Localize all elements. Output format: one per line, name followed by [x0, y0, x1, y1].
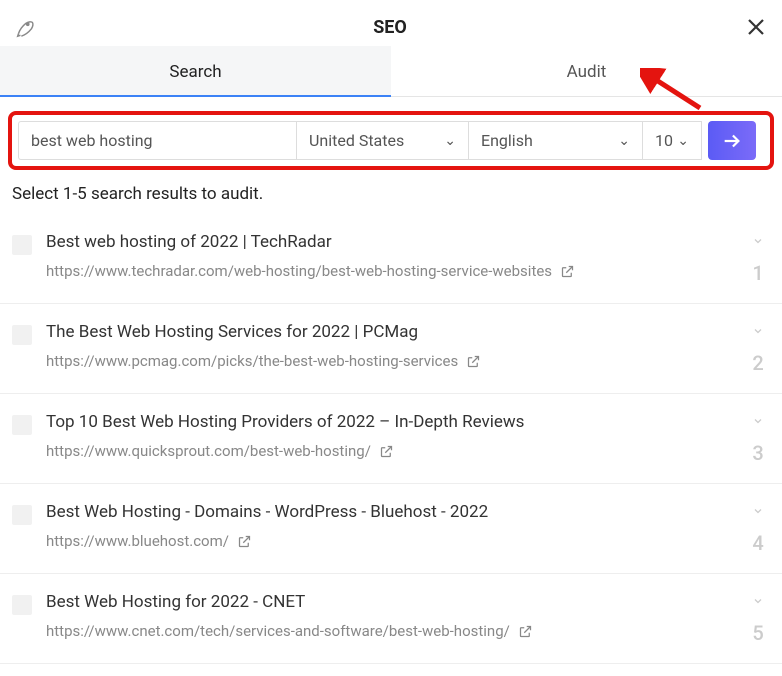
result-row: The Best Web Hosting Services for 2022 |…	[0, 304, 782, 394]
result-title: Best Web Hosting for 2022 - CNET	[46, 592, 732, 612]
result-title: The Best Web Hosting Services for 2022 |…	[46, 322, 732, 342]
rocket-icon	[14, 16, 36, 38]
result-row: Best Web Hosting for 2022 - CNET https:/…	[0, 574, 782, 664]
country-value: United States	[309, 131, 404, 150]
chevron-down-icon[interactable]	[750, 412, 766, 431]
external-link-icon[interactable]	[518, 624, 533, 639]
search-submit-button[interactable]	[708, 121, 756, 160]
chevron-down-icon[interactable]	[750, 232, 766, 251]
result-row: Best web hosting of 2022 | TechRadar htt…	[0, 214, 782, 304]
search-query-input[interactable]: best web hosting	[18, 121, 296, 160]
search-controls: best web hosting United States ⌄ English…	[8, 111, 774, 170]
result-title: Best Web Hosting - Domains - WordPress -…	[46, 502, 732, 522]
result-url: https://www.cnet.com/tech/services-and-s…	[46, 622, 510, 640]
result-checkbox[interactable]	[12, 235, 32, 255]
instruction-text: Select 1-5 search results to audit.	[0, 178, 782, 214]
results-count-select[interactable]: 10 ⌄	[642, 121, 702, 160]
tab-search[interactable]: Search	[0, 46, 391, 96]
result-rank: 3	[752, 441, 763, 465]
result-checkbox[interactable]	[12, 415, 32, 435]
external-link-icon[interactable]	[560, 264, 575, 279]
chevron-down-icon[interactable]	[750, 322, 766, 341]
external-link-icon[interactable]	[237, 534, 252, 549]
result-checkbox[interactable]	[12, 595, 32, 615]
result-rank: 2	[752, 351, 763, 375]
search-query-value: best web hosting	[31, 131, 153, 150]
result-rank: 4	[752, 531, 763, 555]
country-select[interactable]: United States ⌄	[296, 121, 468, 160]
result-checkbox[interactable]	[12, 505, 32, 525]
language-select[interactable]: English ⌄	[468, 121, 642, 160]
result-url: https://www.bluehost.com/	[46, 532, 229, 550]
result-url: https://www.techradar.com/web-hosting/be…	[46, 262, 552, 280]
result-row: Best Web Hosting - Domains - WordPress -…	[0, 484, 782, 574]
external-link-icon[interactable]	[379, 444, 394, 459]
chevron-down-icon: ⌄	[444, 133, 456, 149]
result-checkbox[interactable]	[12, 325, 32, 345]
language-value: English	[481, 131, 533, 150]
count-value: 10	[655, 131, 673, 150]
external-link-icon[interactable]	[466, 354, 481, 369]
result-row: Top 10 Best Web Hosting Providers of 202…	[0, 394, 782, 484]
result-title: Top 10 Best Web Hosting Providers of 202…	[46, 412, 732, 432]
result-title: Best web hosting of 2022 | TechRadar	[46, 232, 732, 252]
close-icon[interactable]	[744, 15, 768, 39]
result-rank: 1	[752, 261, 763, 285]
tab-audit[interactable]: Audit	[391, 46, 782, 96]
tabs: Search Audit	[0, 46, 782, 97]
chevron-down-icon: ⌄	[618, 133, 630, 149]
page-title: SEO	[36, 17, 744, 38]
chevron-down-icon[interactable]	[750, 502, 766, 521]
chevron-down-icon: ⌄	[677, 133, 689, 149]
chevron-down-icon[interactable]	[750, 592, 766, 611]
result-rank: 5	[752, 621, 763, 645]
result-url: https://www.pcmag.com/picks/the-best-web…	[46, 352, 458, 370]
result-url: https://www.quicksprout.com/best-web-hos…	[46, 442, 371, 460]
results-list: Best web hosting of 2022 | TechRadar htt…	[0, 214, 782, 664]
